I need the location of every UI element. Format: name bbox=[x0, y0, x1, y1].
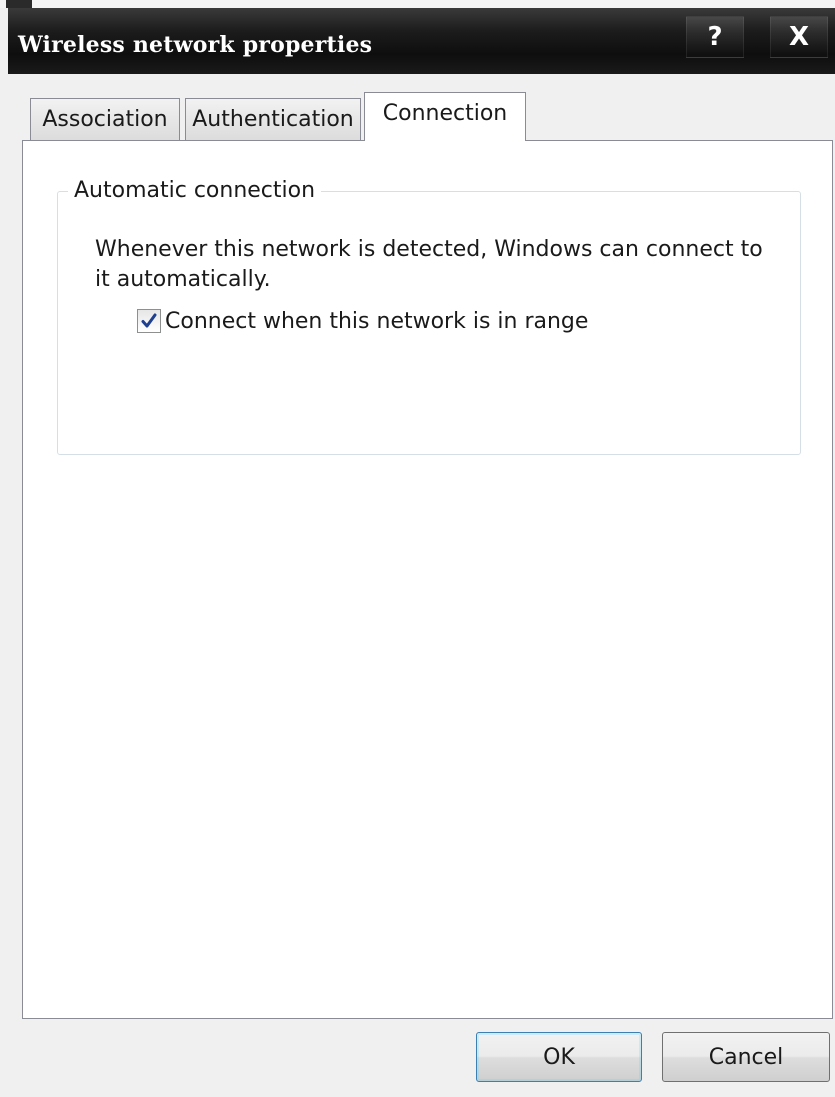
checkbox-label[interactable]: Connect when this network is in range bbox=[165, 309, 588, 334]
window-top-strip bbox=[0, 0, 835, 8]
close-button[interactable]: X bbox=[770, 16, 828, 58]
ok-button-label: OK bbox=[543, 1044, 575, 1070]
tab-connection[interactable]: Connection bbox=[364, 92, 526, 141]
checkmark-icon bbox=[141, 313, 157, 328]
cancel-button[interactable]: Cancel bbox=[662, 1032, 830, 1082]
tab-panel-lower bbox=[22, 718, 833, 1019]
tab-label: Connection bbox=[382, 101, 508, 126]
tab-label: Association bbox=[42, 107, 168, 132]
ok-button[interactable]: OK bbox=[476, 1032, 642, 1082]
connect-in-range-checkbox[interactable] bbox=[137, 309, 161, 333]
tab-label: Authentication bbox=[192, 107, 354, 132]
connect-in-range-option[interactable]: Connect when this network is in range bbox=[137, 306, 588, 336]
window-title: Wireless network properties bbox=[18, 32, 373, 58]
group-description: Whenever this network is detected, Windo… bbox=[95, 237, 763, 292]
close-icon: X bbox=[788, 22, 810, 52]
help-button[interactable]: ? bbox=[686, 16, 744, 58]
title-bar[interactable]: Wireless network properties ? X bbox=[8, 8, 835, 74]
tab-association[interactable]: Association bbox=[30, 98, 180, 140]
tab-authentication[interactable]: Authentication bbox=[185, 98, 361, 140]
dialog-window: Wireless network properties ? X Associat… bbox=[0, 0, 835, 1097]
help-icon: ? bbox=[707, 22, 723, 52]
window-edge-fragment bbox=[6, 0, 32, 8]
group-legend: Automatic connection bbox=[68, 178, 322, 203]
cancel-button-label: Cancel bbox=[708, 1044, 784, 1070]
